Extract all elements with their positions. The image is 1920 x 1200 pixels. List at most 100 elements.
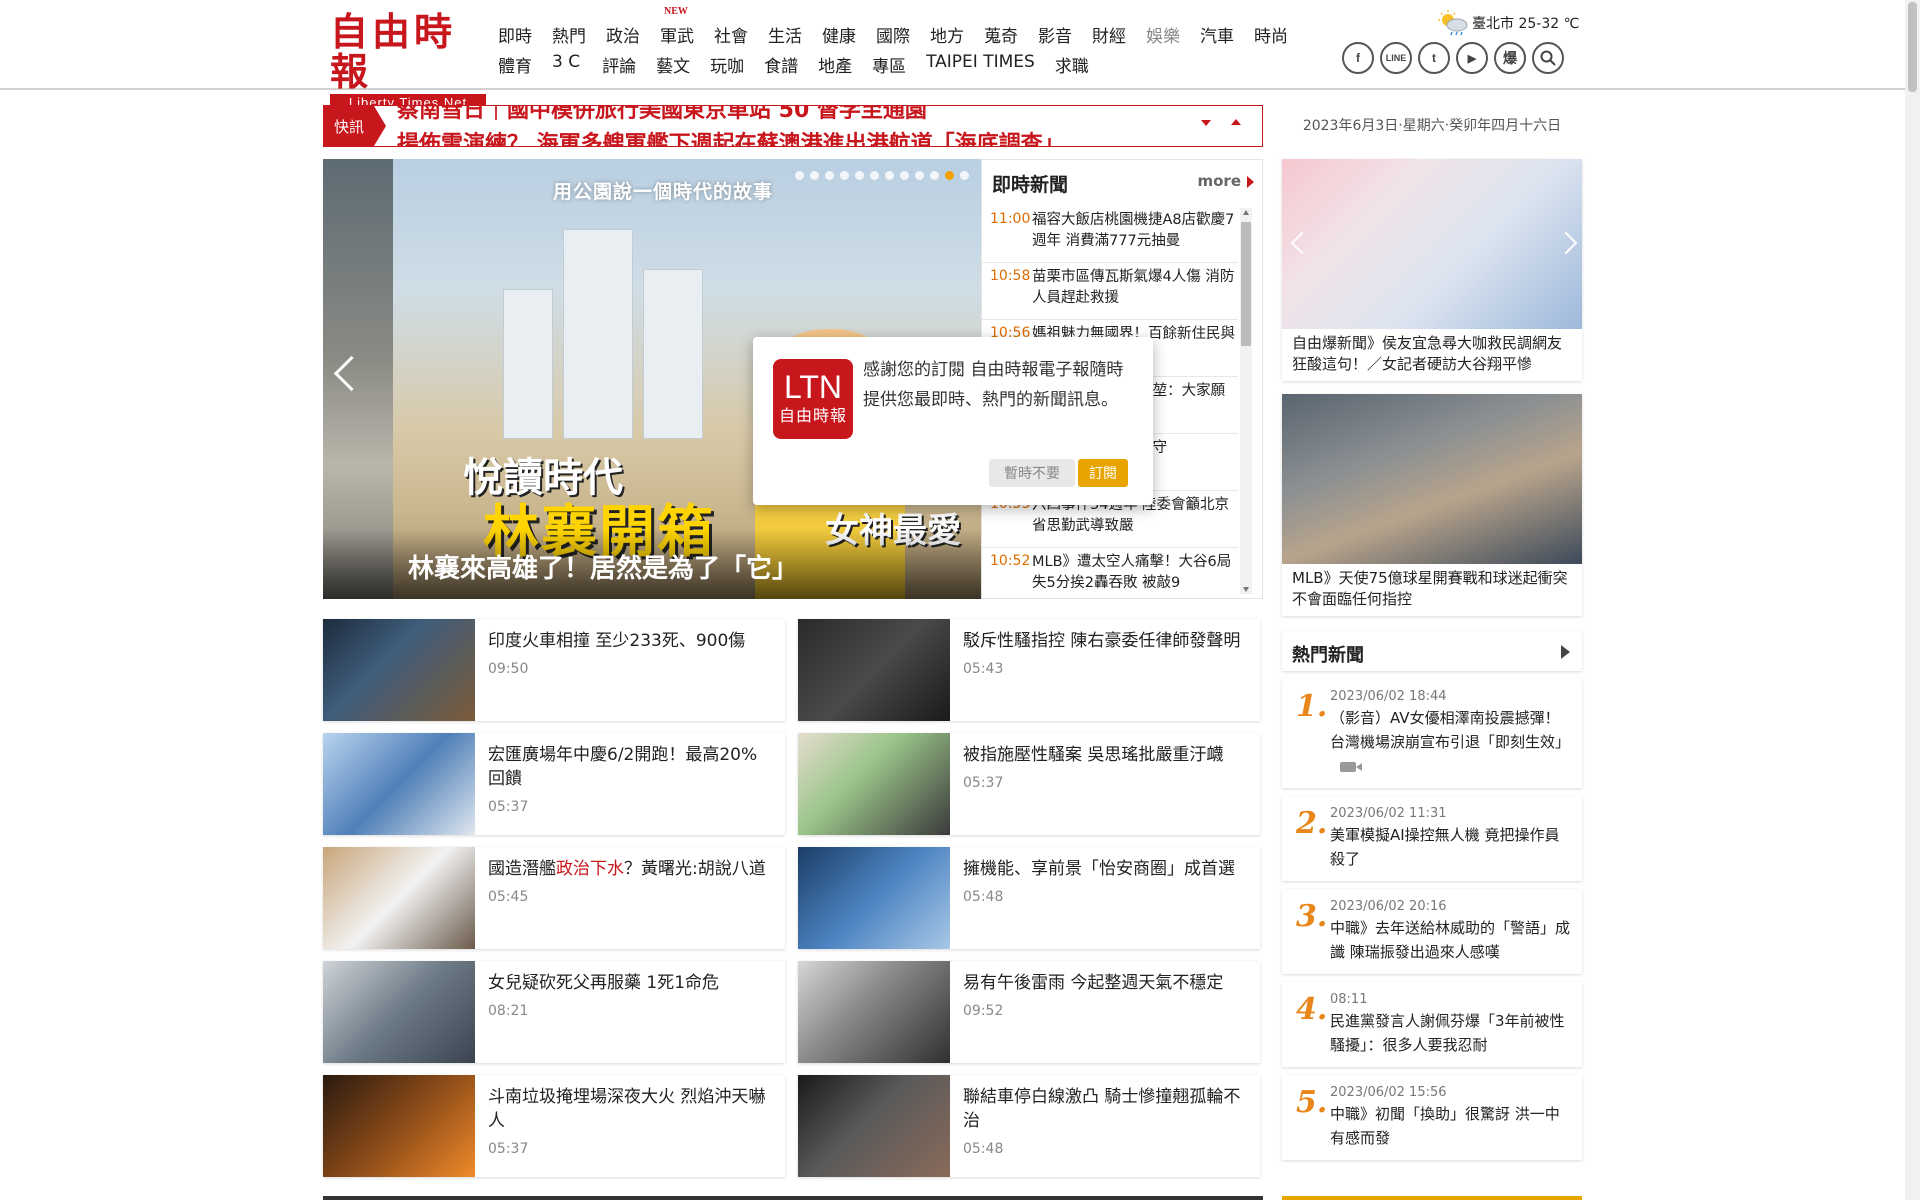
carousel-dot[interactable] xyxy=(915,171,924,180)
latest-news-item[interactable]: 10:52 MLB》遭太空人痛擊！大谷6局失5分挨2轟吞敗 被敲9 xyxy=(982,548,1238,596)
nav-r1-3[interactable]: 軍武 NEW xyxy=(660,6,694,47)
nav-r1-6[interactable]: 健康 xyxy=(822,22,856,47)
news-card[interactable]: 印度火車相撞 至少233死、900傷 09:50 xyxy=(323,619,785,721)
carousel-prev-button[interactable] xyxy=(331,347,361,407)
side-next-arrow[interactable] xyxy=(1558,229,1578,259)
news-thumbnail[interactable] xyxy=(323,1075,475,1177)
site-logo[interactable]: 自由時報 Liberty Times Net xyxy=(330,12,486,112)
search-icon[interactable] xyxy=(1532,42,1564,74)
nav-r1-4[interactable]: 社會 xyxy=(714,22,748,47)
carousel-dot[interactable] xyxy=(825,171,834,180)
news-card[interactable]: 擁機能、享前景「怡安商圈」成首選 05:48 xyxy=(798,847,1260,949)
news-card[interactable]: 駁斥性騷指控 陳右豪委任律師發聲明 05:43 xyxy=(798,619,1260,721)
carousel-dot[interactable] xyxy=(840,171,849,180)
news-thumbnail[interactable] xyxy=(323,733,475,835)
carousel-caption[interactable]: 林襄來高雄了！居然是為了「它」 xyxy=(408,548,798,585)
nav-r1-9[interactable]: 蒐奇 xyxy=(984,22,1018,47)
hot-news-item[interactable]: 2. 2023/06/02 11:31 美軍模擬AI操控無人機 竟把操作員殺了 xyxy=(1282,796,1582,881)
nav-r1-10[interactable]: 影音 xyxy=(1038,22,1072,47)
hot-news-headline[interactable]: 中職》初聞「換助」很驚訝 洪一中有感而發 xyxy=(1330,1105,1560,1147)
news-thumbnail[interactable] xyxy=(798,961,950,1063)
news-card[interactable]: 聯結車停白線激凸 騎士慘撞翹孤輪不治 05:48 xyxy=(798,1075,1260,1177)
news-headline[interactable]: 駁斥性騷指控 陳右豪委任律師發聲明 xyxy=(963,629,1248,653)
side-feature-card-2[interactable]: MLB》天使75億球星開賽戰和球迷起衝突 不會面臨任何指控 xyxy=(1282,394,1582,616)
explode-icon[interactable]: 爆 xyxy=(1494,42,1526,74)
nav-r1-14[interactable]: 時尚 xyxy=(1254,22,1288,47)
news-headline[interactable]: 被指施壓性騷案 吳思瑤批嚴重汙衊 xyxy=(963,743,1248,767)
nav-r2-7[interactable]: 專區 xyxy=(872,52,906,77)
hot-news-item[interactable]: 4. 08:11 民進黨發言人謝佩芬爆「3年前被性騷擾」：很多人要我忍耐 xyxy=(1282,982,1582,1067)
page-scrollbar[interactable] xyxy=(1905,0,1920,1200)
nav-r1-1[interactable]: 熱門 xyxy=(552,22,586,47)
popup-subscribe-button[interactable]: 訂閱 xyxy=(1078,459,1128,487)
news-card[interactable]: 國造潛艦政治下水？黃曙光:胡說八道 05:45 xyxy=(323,847,785,949)
nav-r2-1[interactable]: 3 C xyxy=(552,52,580,77)
ticker-up-button[interactable] xyxy=(1231,119,1241,125)
twitter-icon[interactable]: t xyxy=(1418,42,1450,74)
news-headline[interactable]: 印度火車相撞 至少233死、900傷 xyxy=(488,629,773,653)
nav-r2-9[interactable]: 求職 xyxy=(1055,52,1089,77)
news-thumbnail[interactable] xyxy=(798,733,950,835)
hot-news-headline[interactable]: 民進黨發言人謝佩芬爆「3年前被性騷擾」：很多人要我忍耐 xyxy=(1330,1012,1565,1054)
news-headline[interactable]: 擁機能、享前景「怡安商圈」成首選 xyxy=(963,857,1248,881)
news-thumbnail[interactable] xyxy=(798,619,950,721)
facebook-icon[interactable]: f xyxy=(1342,42,1374,74)
latest-news-headline[interactable]: 苗栗市區傳瓦斯氣爆4人傷 消防人員趕赴救援 xyxy=(1032,267,1238,311)
popup-not-now-button[interactable]: 暫時不要 xyxy=(989,459,1075,487)
carousel-dot[interactable] xyxy=(810,171,819,180)
news-card[interactable]: 女兒疑砍死父再服藥 1死1命危 08:21 xyxy=(323,961,785,1063)
side-prev-arrow[interactable] xyxy=(1286,229,1306,259)
nav-r1-5[interactable]: 生活 xyxy=(768,22,802,47)
carousel-dot[interactable] xyxy=(930,171,939,180)
latest-news-item[interactable]: 10:58 苗栗市區傳瓦斯氣爆4人傷 消防人員趕赴救援 xyxy=(982,263,1238,320)
nav-r1-8[interactable]: 地方 xyxy=(930,22,964,47)
nav-r2-8[interactable]: TAIPEI TIMES xyxy=(926,52,1035,77)
youtube-icon[interactable]: ▶ xyxy=(1456,42,1488,74)
ticker-headline-current[interactable]: 揚佈雷演練？ 海軍多艘軍艦下週起在蘇澳港進出港航道「海底調查」 xyxy=(397,126,1065,146)
carousel-dot[interactable] xyxy=(945,171,954,180)
news-headline[interactable]: 斗南垃圾掩埋場深夜大火 烈焰沖天嚇人 xyxy=(488,1085,773,1133)
hot-news-headline[interactable]: 美軍模擬AI操控無人機 竟把操作員殺了 xyxy=(1330,826,1559,868)
news-card[interactable]: 斗南垃圾掩埋場深夜大火 烈焰沖天嚇人 05:37 xyxy=(323,1075,785,1177)
hot-news-headline[interactable]: （影音）AV女優相澤南投震撼彈！台灣機場淚崩宣布引退「即刻生效」 xyxy=(1330,709,1570,751)
latest-news-headline[interactable]: 福容大飯店桃園機捷A8店歡慶7週年 消費滿777元抽曼 xyxy=(1032,210,1238,254)
news-card[interactable]: 易有午後雷雨 今起整週天氣不穩定 09:52 xyxy=(798,961,1260,1063)
weather-widget[interactable]: 臺北市 25-32 ℃ xyxy=(1438,10,1579,36)
nav-r1-11[interactable]: 財經 xyxy=(1092,22,1126,47)
news-card[interactable]: 被指施壓性騷案 吳思瑤批嚴重汙衊 05:37 xyxy=(798,733,1260,835)
carousel-dot[interactable] xyxy=(960,171,969,180)
ticker-down-button[interactable] xyxy=(1201,120,1211,126)
news-headline[interactable]: 易有午後雷雨 今起整週天氣不穩定 xyxy=(963,971,1248,995)
nav-r1-13[interactable]: 汽車 xyxy=(1200,22,1234,47)
nav-r2-2[interactable]: 評論 xyxy=(602,52,636,77)
news-thumbnail[interactable] xyxy=(798,1075,950,1177)
hot-news-more-arrow-icon[interactable] xyxy=(1561,645,1570,659)
carousel-dot[interactable] xyxy=(855,171,864,180)
side-feature-card-1[interactable]: 自由爆新聞》侯友宜急尋大咖救民調網友狂酸這句！／女記者硬訪大谷翔平慘 xyxy=(1282,159,1582,381)
news-headline[interactable]: 聯結車停白線激凸 騎士慘撞翹孤輪不治 xyxy=(963,1085,1248,1133)
nav-r2-5[interactable]: 食譜 xyxy=(764,52,798,77)
hot-news-item[interactable]: 3. 2023/06/02 20:16 中職》去年送給林威助的「警語」成讖 陳瑞振發… xyxy=(1282,889,1582,974)
news-card[interactable]: 宏匯廣場年中慶6/2開跑！最高20%回饋 05:37 xyxy=(323,733,785,835)
news-thumbnail[interactable] xyxy=(323,847,475,949)
nav-r1-7[interactable]: 國際 xyxy=(876,22,910,47)
news-headline[interactable]: 宏匯廣場年中慶6/2開跑！最高20%回饋 xyxy=(488,743,773,791)
ticker-headline-previous[interactable]: 蔡南彗日｜國中模併旅行美國東京車站 50 督学至通園 xyxy=(397,106,927,124)
news-headline[interactable]: 女兒疑砍死父再服藥 1死1命危 xyxy=(488,971,773,995)
nav-r2-6[interactable]: 地產 xyxy=(818,52,852,77)
latest-news-headline[interactable]: MLB》遭太空人痛擊！大谷6局失5分挨2轟吞敗 被敲9 xyxy=(1032,552,1238,596)
latest-more-link[interactable]: more xyxy=(1197,172,1254,190)
scroll-up-arrow-icon[interactable] xyxy=(1243,210,1249,215)
hot-news-headline[interactable]: 中職》去年送給林威助的「警語」成讖 陳瑞振發出過來人感嘆 xyxy=(1330,919,1570,961)
carousel-dot[interactable] xyxy=(885,171,894,180)
news-thumbnail[interactable] xyxy=(798,847,950,949)
nav-r1-12[interactable]: 娛樂 xyxy=(1146,22,1180,47)
carousel-dot[interactable] xyxy=(870,171,879,180)
latest-news-item[interactable]: 11:00 福容大飯店桃園機捷A8店歡慶7週年 消費滿777元抽曼 xyxy=(982,206,1238,263)
hot-news-item[interactable]: 5. 2023/06/02 15:56 中職》初聞「換助」很驚訝 洪一中有感而發 xyxy=(1282,1075,1582,1160)
carousel-dot[interactable] xyxy=(795,171,804,180)
news-thumbnail[interactable] xyxy=(323,961,475,1063)
hot-news-item[interactable]: 1. 2023/06/02 18:44 （影音）AV女優相澤南投震撼彈！台灣機場淚崩… xyxy=(1282,679,1582,788)
news-thumbnail[interactable] xyxy=(323,619,475,721)
page-scrollbar-thumb[interactable] xyxy=(1908,2,1917,92)
